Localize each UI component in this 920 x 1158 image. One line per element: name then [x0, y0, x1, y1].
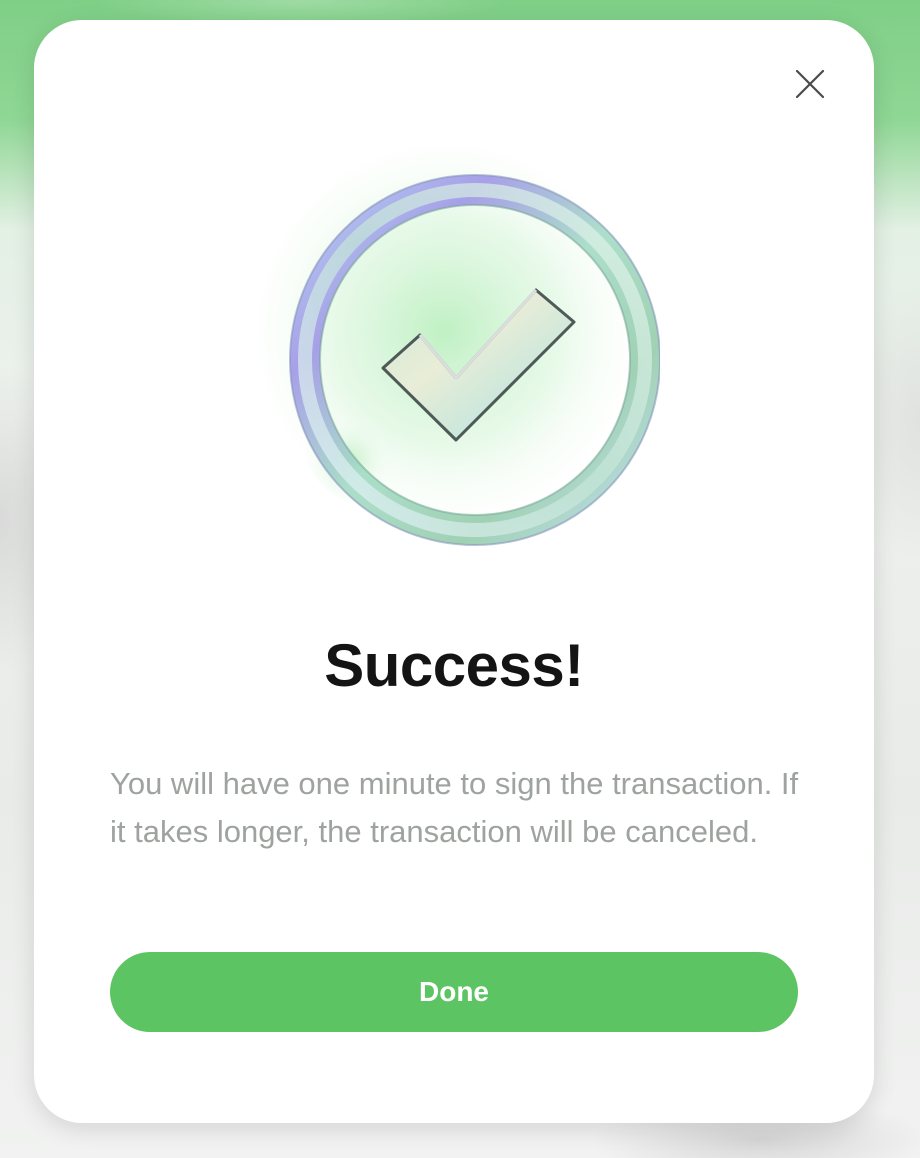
- close-button[interactable]: [790, 64, 830, 104]
- done-button[interactable]: Done: [110, 952, 798, 1032]
- success-illustration: [230, 130, 661, 570]
- success-dialog: Success! You will have one minute to sig…: [34, 20, 874, 1123]
- dialog-title: Success!: [324, 632, 584, 699]
- dialog-message: You will have one minute to sign the tra…: [110, 766, 799, 849]
- close-icon: [795, 69, 825, 99]
- checkmark-circle-icon: [235, 130, 661, 550]
